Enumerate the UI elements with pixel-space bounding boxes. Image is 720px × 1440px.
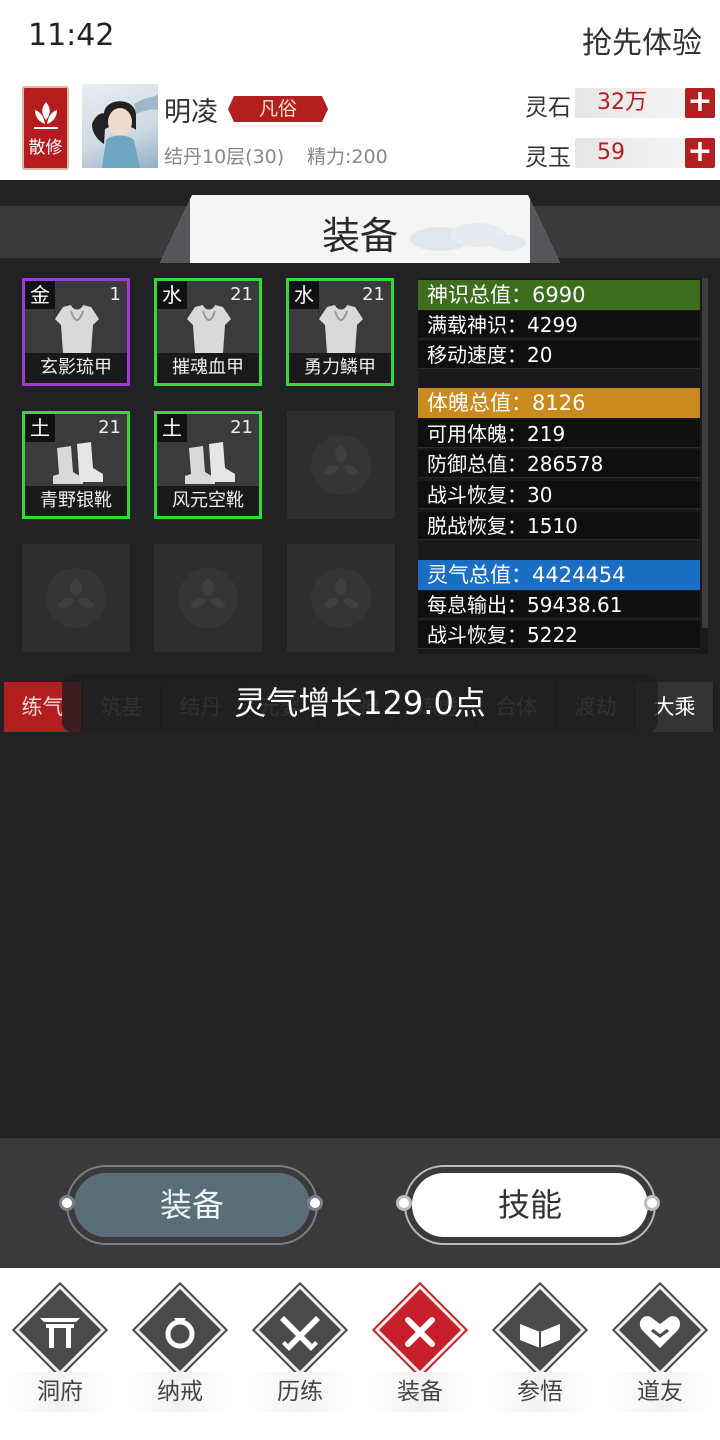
item-name: 勇力鳞甲 <box>289 353 391 383</box>
physique-header: 体魄总值：8126 <box>418 388 700 418</box>
book-icon <box>520 1324 560 1348</box>
nav-canwu[interactable]: 参悟 <box>480 1268 600 1440</box>
sect-label: 散修 <box>28 138 63 158</box>
add-spirit-jade-button[interactable]: + <box>685 137 715 168</box>
heart-handshake-icon <box>639 1316 681 1348</box>
nav-label: 道友 <box>610 1372 710 1412</box>
character-portrait-icon <box>92 94 158 168</box>
energy-value: 精力:200 <box>307 146 388 168</box>
item-level: 1 <box>109 284 121 305</box>
empty-equipment-slot[interactable] <box>154 544 262 652</box>
item-level: 21 <box>230 284 253 305</box>
status-time: 11:42 <box>28 18 115 53</box>
nav-lilian[interactable]: 历练 <box>240 1268 360 1440</box>
equip-button[interactable]: 装备 <box>74 1173 310 1237</box>
stat-row: 满载神识：4299 <box>418 311 700 339</box>
button-ornament <box>59 1195 75 1211</box>
armor-icon <box>319 305 363 353</box>
nav-label: 历练 <box>250 1372 350 1412</box>
lotus-icon <box>34 102 58 129</box>
equipment-slot[interactable]: 水 21 摧魂血甲 <box>154 278 262 386</box>
element-tag: 土 <box>25 414 55 442</box>
stat-row: 战斗恢复：5222 <box>418 621 700 649</box>
sect-badge[interactable]: 散修 <box>22 86 69 170</box>
button-ornament <box>644 1195 660 1211</box>
element-tag: 水 <box>289 281 319 309</box>
empty-equipment-slot[interactable] <box>287 411 395 519</box>
close-x-icon <box>405 1317 435 1347</box>
item-level: 21 <box>98 417 121 438</box>
skill-button[interactable]: 技能 <box>412 1173 648 1237</box>
equipment-slot[interactable]: 土 21 风元空靴 <box>154 411 262 519</box>
nav-zhuangbei[interactable]: 装备 <box>360 1268 480 1440</box>
element-tag: 土 <box>157 414 187 442</box>
panel-title: 装备 <box>321 214 398 258</box>
status-bar: 11:42 抢先体验 <box>0 0 720 76</box>
equipment-slot[interactable]: 金 1 玄影琉甲 <box>22 278 130 386</box>
nav-label: 纳戒 <box>130 1372 230 1412</box>
skill-button-frame: 技能 <box>404 1165 656 1245</box>
empty-slot-emblem-icon <box>178 568 238 628</box>
boots-icon <box>53 442 103 484</box>
profile-header: 散修 明凌 凡俗 结丹10层(30) 精力:200 灵石 32万 + 灵玉 59… <box>0 76 720 180</box>
rank-badge: 凡俗 <box>228 96 328 122</box>
item-name: 玄影琉甲 <box>25 353 127 383</box>
boots-icon <box>185 442 235 484</box>
item-name: 摧魂血甲 <box>157 353 259 383</box>
nav-dongfu[interactable]: 洞府 <box>0 1268 120 1440</box>
nav-label: 装备 <box>370 1372 470 1412</box>
stats-panel[interactable]: 神识总值：6990 满载神识：4299 移动速度：20 体魄总值：8126 可用… <box>418 278 708 654</box>
stat-row: 移动速度：20 <box>418 341 700 369</box>
button-ornament <box>307 1195 323 1211</box>
player-name: 明凌 <box>164 97 218 128</box>
bottom-nav: 洞府 纳戒 历练 装备 参悟 道友 <box>0 1268 720 1440</box>
element-tag: 水 <box>157 281 187 309</box>
button-ornament <box>396 1195 412 1211</box>
equipment-panel: 装备 金 1 玄影琉甲 水 21 摧魂血甲 水 21 勇力鳞甲 土 21 青野银… <box>0 180 720 1268</box>
toast-message: 灵气增长129.0点 <box>62 674 658 732</box>
stat-row: 脱战恢复：1510 <box>418 512 700 540</box>
stat-row: 防御总值：286578 <box>418 450 700 478</box>
nav-label: 参悟 <box>490 1372 590 1412</box>
spirit-stone-label: 灵石 <box>525 95 571 121</box>
realm-level: 结丹10层(30) <box>164 146 285 168</box>
spirit-stone-row: 灵石 32万 + <box>525 87 715 121</box>
crossed-swords-icon <box>280 1316 320 1351</box>
empty-equipment-slot[interactable] <box>22 544 130 652</box>
stats-scrollbar[interactable] <box>702 278 708 628</box>
element-tag: 金 <box>25 281 55 309</box>
nav-najie[interactable]: 纳戒 <box>120 1268 240 1440</box>
spirit-qi-header: 灵气总值：4424454 <box>418 560 700 590</box>
item-name: 风元空靴 <box>157 486 259 516</box>
empty-slot-emblem-icon <box>311 568 371 628</box>
empty-equipment-slot[interactable] <box>287 544 395 652</box>
empty-slot-emblem-icon <box>311 435 371 495</box>
armor-icon <box>55 305 99 353</box>
stat-row: 每息输出：59438.61 <box>418 591 700 619</box>
nav-label: 洞府 <box>10 1372 110 1412</box>
stat-row: 战斗恢复：30 <box>418 481 700 509</box>
item-level: 21 <box>230 417 253 438</box>
gate-icon <box>40 1318 80 1348</box>
item-level: 21 <box>362 284 385 305</box>
stat-row: 可用体魄：219 <box>418 420 700 448</box>
ring-icon <box>165 1318 195 1349</box>
equip-button-frame: 装备 <box>66 1165 318 1245</box>
empty-slot-emblem-icon <box>46 568 106 628</box>
spirit-sense-header: 神识总值：6990 <box>418 280 700 310</box>
armor-icon <box>187 305 231 353</box>
avatar[interactable] <box>82 84 158 168</box>
item-name: 青野银靴 <box>25 486 127 516</box>
equipment-slot[interactable]: 土 21 青野银靴 <box>22 411 130 519</box>
nav-daoyou[interactable]: 道友 <box>600 1268 720 1440</box>
equipment-slot[interactable]: 水 21 勇力鳞甲 <box>286 278 394 386</box>
spirit-jade-label: 灵玉 <box>525 145 571 171</box>
spirit-jade-row: 灵玉 59 + <box>525 137 715 171</box>
trial-link[interactable]: 抢先体验 <box>582 18 702 62</box>
add-spirit-stone-button[interactable]: + <box>685 87 715 118</box>
